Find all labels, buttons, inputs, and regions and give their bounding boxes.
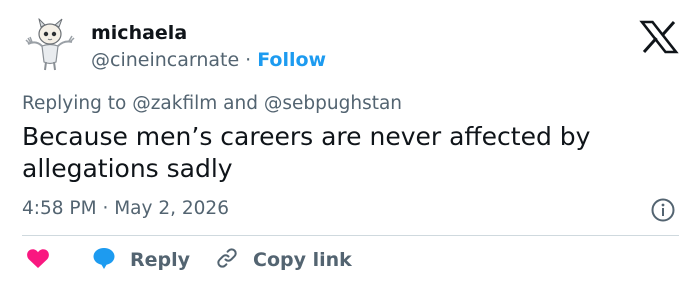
tweet-date: May 2, 2026 — [114, 198, 229, 219]
replying-joiner: and — [223, 93, 258, 114]
link-icon — [215, 246, 239, 274]
tweet-text: Because men’s careers are never affected… — [22, 122, 591, 183]
action-bar: Reply Copy link — [0, 244, 700, 276]
like-button[interactable] — [26, 244, 50, 276]
copy-link-label: Copy link — [253, 249, 352, 271]
divider — [22, 235, 679, 236]
follow-button[interactable]: Follow — [257, 49, 326, 71]
copy-link-button[interactable]: Copy link — [215, 244, 352, 276]
replying-to: Replying to @zakfilm and @sebpughstan — [22, 92, 402, 116]
user-handle[interactable]: @cineincarnate — [91, 49, 239, 71]
reply-button[interactable]: Reply — [92, 244, 190, 276]
x-logo-icon[interactable] — [639, 20, 679, 54]
timestamp[interactable]: 4:58 PM · May 2, 2026 — [22, 197, 229, 221]
mention-sebpughstan[interactable]: @sebpughstan — [264, 93, 402, 114]
replying-prefix: Replying to — [22, 93, 127, 114]
tweet-card: michaela @cineincarnate · Follow Replying … — [0, 0, 700, 287]
handle-row: @cineincarnate · Follow — [91, 48, 326, 72]
reply-label: Reply — [130, 249, 191, 271]
display-name[interactable]: michaela — [91, 21, 187, 45]
reply-bubble-icon — [92, 246, 116, 274]
info-icon[interactable] — [650, 197, 676, 223]
separator-dot: · — [245, 49, 252, 71]
avatar[interactable] — [22, 16, 78, 72]
heart-icon — [26, 247, 50, 273]
avatar-figure-icon — [22, 16, 78, 72]
mention-zakfilm[interactable]: @zakfilm — [132, 93, 217, 114]
tweet-time: 4:58 PM — [22, 198, 97, 219]
timestamp-separator: · — [102, 198, 109, 219]
